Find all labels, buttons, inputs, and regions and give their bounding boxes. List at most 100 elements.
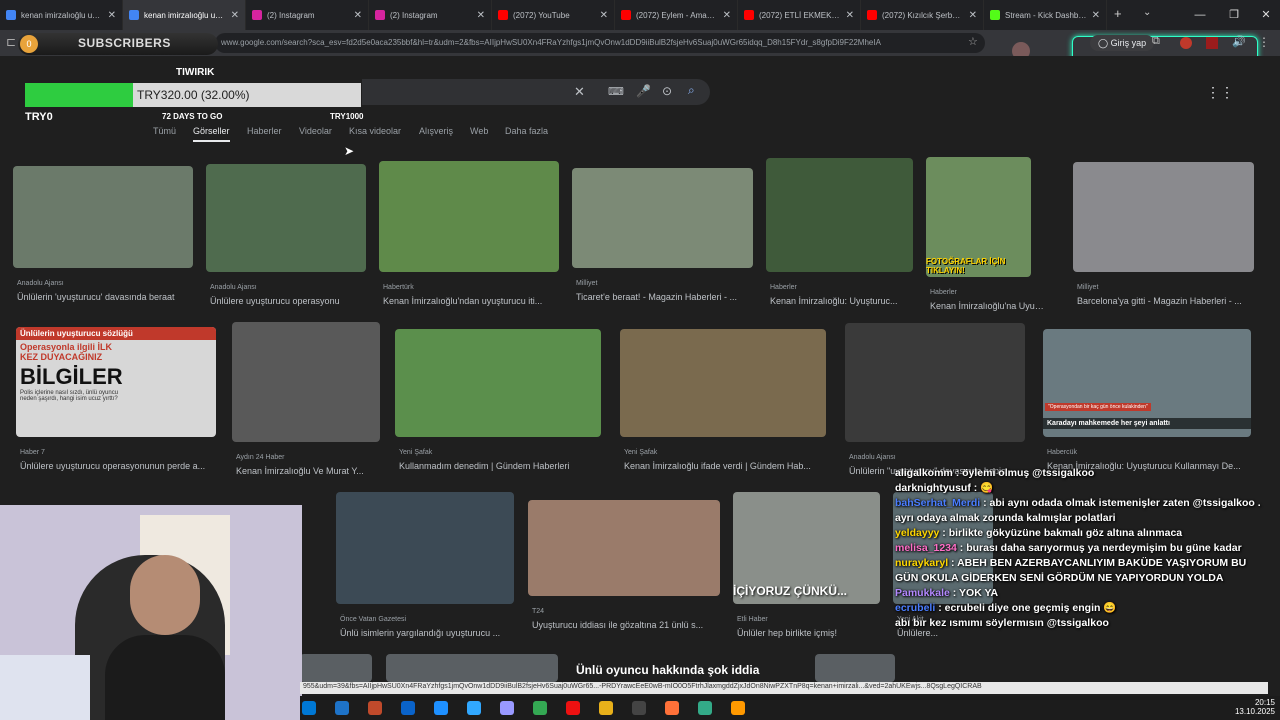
extension-puzzle-icon[interactable]: ⧉ xyxy=(1152,35,1160,48)
tab-haberler[interactable]: Haberler xyxy=(247,126,282,136)
taskbar-app-icon[interactable] xyxy=(335,701,349,715)
tab-videolar[interactable]: Videolar xyxy=(299,126,332,136)
result-title[interactable]: Ünlülere uyuşturucu operasyonunun perde … xyxy=(20,461,230,471)
menu-icon[interactable]: ⋮ xyxy=(1258,35,1270,49)
tab-tümü[interactable]: Tümü xyxy=(153,126,176,136)
new-tab-icon[interactable]: + xyxy=(1114,6,1122,21)
result-source[interactable]: Haberler xyxy=(930,289,957,296)
signin-button[interactable]: ◯ Giriş yap xyxy=(1090,35,1155,51)
close-window-icon[interactable]: ✕ xyxy=(1246,0,1280,30)
result-image[interactable] xyxy=(232,322,380,442)
taskbar-app-icon[interactable] xyxy=(500,701,514,715)
result-source[interactable]: T24 xyxy=(532,608,544,615)
result-title[interactable]: Kenan İmirzalıoğlu: Uyuşturuc... xyxy=(770,296,927,306)
tab-close-icon[interactable]: ✕ xyxy=(846,10,854,21)
result-source[interactable]: Yeni Şafak xyxy=(624,449,657,456)
result-image[interactable] xyxy=(1073,162,1254,272)
taskbar-app-icon[interactable] xyxy=(698,701,712,715)
lens-icon[interactable]: ⊙ xyxy=(662,84,672,98)
result-source[interactable]: Habertürk xyxy=(383,284,414,291)
tab-daha-fazla[interactable]: Daha fazla xyxy=(505,126,548,136)
result-image[interactable]: İÇİYORUZ ÇÜNKÜ... xyxy=(733,492,880,604)
result-image[interactable] xyxy=(206,164,366,272)
extension-icon[interactable] xyxy=(1206,37,1218,49)
tab-alışveriş[interactable]: Alışveriş xyxy=(419,126,453,136)
result-title[interactable]: Kenan İmirzalıoğlu'na Uyuş... xyxy=(930,301,1045,311)
result-source[interactable]: Haber 7 xyxy=(20,449,45,456)
tab-4[interactable]: (2) Instagram ✕ xyxy=(369,0,492,30)
result-title[interactable]: Kenan İmirzalıoğlu Ve Murat Y... xyxy=(236,466,394,476)
tab-2[interactable]: kenan imirzalıoğlu uyuş ✕ xyxy=(123,0,246,30)
clear-search-icon[interactable]: ✕ xyxy=(574,84,585,100)
result-title[interactable]: Ticaret'e beraat! - Magazin Haberleri - … xyxy=(576,292,767,302)
result-image[interactable] xyxy=(13,166,193,268)
tab-close-icon[interactable]: ✕ xyxy=(354,10,362,21)
taskbar-app-icon[interactable] xyxy=(566,701,580,715)
tab-close-icon[interactable]: ✕ xyxy=(231,10,239,21)
result-image[interactable] xyxy=(379,161,559,272)
result-title[interactable]: Ünlülerin 'uyuşturucu' davasında beraat xyxy=(17,292,207,302)
taskbar-app-icon[interactable] xyxy=(302,701,316,715)
result-image[interactable] xyxy=(845,323,1025,442)
address-bar[interactable]: www.google.com/search?sca_esv=fd2d5e0aca… xyxy=(215,33,985,53)
result-image[interactable] xyxy=(395,329,601,437)
result-source[interactable]: Milliyet xyxy=(1077,284,1098,291)
apps-grid-icon[interactable]: ⋮⋮ xyxy=(1206,84,1234,101)
result-image[interactable] xyxy=(300,654,372,682)
result-source[interactable]: Anadolu Ajansı xyxy=(17,280,64,287)
tab-3[interactable]: (2) Instagram ✕ xyxy=(246,0,369,30)
taskbar-app-icon[interactable] xyxy=(533,701,547,715)
taskbar-app-icon[interactable] xyxy=(599,701,613,715)
result-title[interactable]: Ünlülere uyuşturucu operasyonu xyxy=(210,296,380,306)
taskbar-app-icon[interactable] xyxy=(632,701,646,715)
result-title[interactable]: Uyuşturucu iddiası ile gözaltına 21 ünlü… xyxy=(532,620,734,630)
result-image[interactable] xyxy=(766,158,913,272)
result-source[interactable]: Önce Vatan Gazetesi xyxy=(340,616,406,623)
result-title[interactable]: Kenan İmirzalıoğlu ifade verdi | Gündem … xyxy=(624,461,840,471)
tab-close-icon[interactable]: ✕ xyxy=(108,10,116,21)
result-image[interactable] xyxy=(336,492,514,604)
tab-list-icon[interactable]: ⌄ xyxy=(1143,7,1151,18)
tab-6[interactable]: (2072) Eylem - Aman (C ✕ xyxy=(615,0,738,30)
result-source[interactable]: Anadolu Ajansı xyxy=(849,454,896,461)
taskbar-app-icon[interactable] xyxy=(467,701,481,715)
result-title[interactable]: Ünlüler hep birlikte içmiş! xyxy=(737,628,894,638)
result-image[interactable]: FOTOĞRAFLAR İÇİN TIKLAYIN! xyxy=(926,157,1031,277)
search-icon[interactable]: ⌕ xyxy=(688,83,695,98)
result-source[interactable]: Anadolu Ajansı xyxy=(210,284,257,291)
back-icon[interactable]: ⊏ xyxy=(6,35,16,49)
result-image[interactable] xyxy=(528,500,720,596)
keyboard-icon[interactable]: ⌨ xyxy=(608,85,624,98)
tab-close-icon[interactable]: ✕ xyxy=(600,10,608,21)
tab-7[interactable]: (2072) ETLİ EKMEK MUK ✕ xyxy=(738,0,861,30)
result-image[interactable] xyxy=(572,168,753,268)
result-title[interactable]: Kullanmadım denedim | Gündem Haberleri xyxy=(399,461,615,471)
bookmark-star-icon[interactable]: ☆ xyxy=(968,35,978,48)
taskbar-app-icon[interactable] xyxy=(731,701,745,715)
tab-close-icon[interactable]: ✕ xyxy=(477,10,485,21)
result-image[interactable] xyxy=(386,654,558,682)
tab-web[interactable]: Web xyxy=(470,126,488,136)
result-title[interactable]: Ünlü isimlerin yargılandığı uyuşturucu .… xyxy=(340,628,528,638)
mic-icon[interactable]: 🎤 xyxy=(636,84,651,98)
result-source[interactable]: Yeni Şafak xyxy=(399,449,432,456)
result-image[interactable]: Ünlülerin uyuşturucu sözlüğü Operasyonla … xyxy=(16,327,216,437)
tab-close-icon[interactable]: ✕ xyxy=(723,10,731,21)
tab-1[interactable]: kenan imirzalıoğlu uyuş ✕ xyxy=(0,0,123,30)
result-source[interactable]: Etli Haber xyxy=(737,616,768,623)
result-image[interactable] xyxy=(815,654,895,682)
tab-5[interactable]: (2072) YouTube ✕ xyxy=(492,0,615,30)
tab-close-icon[interactable]: ✕ xyxy=(969,10,977,21)
taskbar-app-icon[interactable] xyxy=(368,701,382,715)
tab-8[interactable]: (2072) Kızılcık Şerbeti 1(✕ xyxy=(861,0,984,30)
result-source[interactable]: Aydın 24 Haber xyxy=(236,454,285,461)
result-image[interactable] xyxy=(620,329,826,437)
result-title[interactable]: Kenan İmirzalıoğlu'ndan uyuşturucu iti..… xyxy=(383,296,573,306)
taskbar-app-icon[interactable] xyxy=(434,701,448,715)
tab-9[interactable]: Stream - Kick Dashboar ✕ xyxy=(984,0,1107,30)
result-image[interactable]: "Operasyondan bir kaç gün önce kulakinde… xyxy=(1043,329,1251,437)
volume-icon[interactable]: 🔊 xyxy=(1232,35,1246,48)
adblock-icon[interactable] xyxy=(1180,37,1192,49)
taskbar-app-icon[interactable] xyxy=(401,701,415,715)
taskbar-app-icon[interactable] xyxy=(665,701,679,715)
